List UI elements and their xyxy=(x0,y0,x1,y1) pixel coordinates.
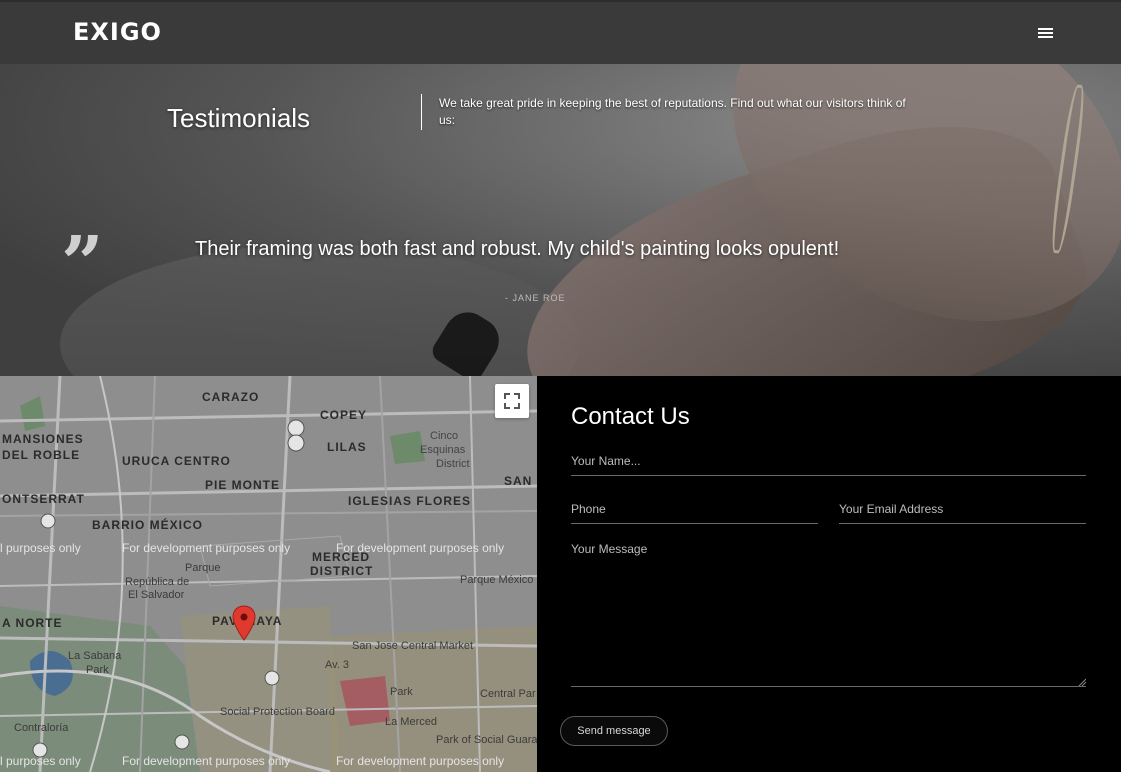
testimonials-description: We take great pride in keeping the best … xyxy=(439,96,906,127)
map-dev-watermark: l purposes only xyxy=(0,754,81,768)
contact-title: Contact Us xyxy=(571,403,690,430)
resize-grip-icon[interactable] xyxy=(1078,678,1086,686)
map-dev-watermark: For development purposes only xyxy=(122,541,291,555)
menu-line xyxy=(1038,36,1053,38)
map-place-label: San Jose Central Market xyxy=(352,640,474,652)
map-district-label: LILAS xyxy=(327,440,367,454)
quote-icon: ” xyxy=(61,221,104,307)
map-district-label: IGLESIAS FLORES xyxy=(348,494,472,508)
map-district-label: DEL ROBLE xyxy=(2,448,81,462)
map-district-label: SAN xyxy=(504,474,533,488)
navbar: EXIGO xyxy=(0,0,1121,64)
map-place-label: La Sabana xyxy=(68,650,122,662)
map-district-label: URUCA CENTRO xyxy=(122,454,231,468)
map-dev-watermark: For development purposes only xyxy=(336,541,505,555)
map-place-label: República de xyxy=(125,576,190,588)
testimonials-title: Testimonials xyxy=(167,103,311,133)
map-district-label: District xyxy=(436,458,470,470)
map-district-label: ONTSERRAT xyxy=(2,492,85,506)
menu-line xyxy=(1038,32,1053,34)
map-place-label: La Merced xyxy=(385,716,437,728)
map-district-label: MANSIONES xyxy=(2,432,84,446)
phone-field[interactable] xyxy=(571,494,818,524)
map-place-label: Park of Social Guarar xyxy=(436,734,537,746)
map-district-label: PIE MONTE xyxy=(205,478,281,492)
map-place-label: Central Par xyxy=(480,688,536,700)
map-place-label: Park xyxy=(390,686,413,698)
map-district-label: BARRIO MÉXICO xyxy=(92,518,204,532)
map-district-label: CARAZO xyxy=(202,390,260,404)
email-field[interactable] xyxy=(839,494,1086,524)
map-dev-watermark: l purposes only xyxy=(0,541,81,555)
fullscreen-button[interactable] xyxy=(495,384,529,418)
message-field[interactable] xyxy=(571,542,1086,687)
map-district-label: DISTRICT xyxy=(310,564,374,578)
map-dev-watermark: For development purposes only xyxy=(122,754,291,768)
testimonials-section: Testimonials We take great pride in keep… xyxy=(0,64,1121,376)
location-map[interactable]: CARAZO COPEY MANSIONES DEL ROBLE LILAS U… xyxy=(0,376,537,772)
map-pin-icon[interactable] xyxy=(232,605,256,641)
site-logo[interactable]: EXIGO xyxy=(73,18,162,46)
map-place-label: Parque México xyxy=(460,574,534,586)
map-place-label: Contraloría xyxy=(14,722,69,734)
map-place-label: Social Protection Board xyxy=(220,706,335,718)
background-photo-shape xyxy=(60,244,580,376)
fullscreen-icon xyxy=(504,393,520,409)
title-divider xyxy=(421,94,422,130)
contact-section: Contact Us Send message xyxy=(537,376,1121,772)
menu-line xyxy=(1038,28,1053,30)
map-district-label: A NORTE xyxy=(2,616,63,630)
map-place-label: Park xyxy=(86,664,109,676)
map-district-label: Cinco xyxy=(430,430,459,442)
map-place-label: Av. 3 xyxy=(325,659,350,671)
name-field[interactable] xyxy=(571,446,1086,476)
map-place-label: El Salvador xyxy=(128,589,185,601)
send-message-button[interactable]: Send message xyxy=(560,716,668,746)
map-district-label: COPEY xyxy=(320,408,368,422)
hamburger-menu-icon[interactable] xyxy=(1036,26,1056,42)
testimonial-author: - JANE ROE xyxy=(505,293,566,303)
map-dev-watermark: For development purposes only xyxy=(336,754,505,768)
testimonial-quote: Their framing was both fast and robust. … xyxy=(195,238,840,260)
map-place-label: Parque xyxy=(185,562,221,574)
map-district-label: Esquinas xyxy=(420,444,466,456)
